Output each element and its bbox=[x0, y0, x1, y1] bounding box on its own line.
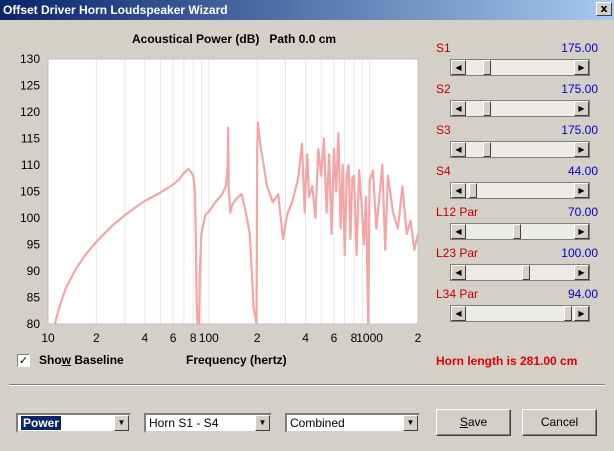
x-tick-label: 6 bbox=[331, 331, 338, 345]
slider-thumb[interactable] bbox=[483, 60, 491, 75]
cancel-button[interactable]: Cancel bbox=[522, 409, 597, 436]
slider-scrollbar[interactable]: ◀ ▶ bbox=[450, 264, 590, 281]
window-title: Offset Driver Horn Loudspeaker Wizard bbox=[3, 3, 228, 17]
slider-label: S2 bbox=[436, 82, 451, 96]
y-tick-label: 105 bbox=[20, 185, 40, 199]
slider-thumb[interactable] bbox=[564, 306, 572, 321]
horn-section-combo[interactable]: Horn S1 - S4 ▼ bbox=[144, 413, 272, 433]
output-mode-value: Combined bbox=[290, 416, 345, 430]
plot-type-value: Power bbox=[21, 416, 62, 430]
save-label: ave bbox=[467, 415, 488, 429]
slider-value: 175.00 bbox=[561, 82, 598, 96]
right-arrow-icon[interactable]: ▶ bbox=[574, 183, 589, 198]
slider-value: 94.00 bbox=[567, 287, 598, 301]
slider-value: 70.00 bbox=[567, 205, 598, 219]
chart-title: Acoustical Power (dB) Path 0.0 cm bbox=[132, 32, 337, 46]
slider-scrollbar[interactable]: ◀ ▶ bbox=[450, 59, 590, 76]
y-tick-label: 110 bbox=[21, 158, 40, 172]
save-accel: S bbox=[459, 415, 468, 429]
right-arrow-icon[interactable]: ▶ bbox=[574, 101, 589, 116]
close-button[interactable]: x bbox=[596, 2, 612, 16]
right-arrow-icon[interactable]: ▶ bbox=[574, 142, 589, 157]
window-title-bar: Offset Driver Horn Loudspeaker Wizard x bbox=[0, 0, 614, 20]
y-tick-label: 115 bbox=[21, 132, 40, 146]
left-arrow-icon[interactable]: ◀ bbox=[451, 306, 466, 321]
slider-thumb[interactable] bbox=[483, 142, 491, 157]
left-arrow-icon[interactable]: ◀ bbox=[451, 183, 466, 198]
show-baseline-label[interactable]: Show Baseline bbox=[39, 353, 124, 367]
x-tick-label: 1000 bbox=[356, 331, 383, 345]
chevron-down-icon[interactable]: ▼ bbox=[403, 415, 418, 431]
slider-value: 100.00 bbox=[561, 246, 598, 260]
left-arrow-icon[interactable]: ◀ bbox=[451, 142, 466, 157]
save-button[interactable]: Save bbox=[436, 409, 511, 436]
slider-label: S3 bbox=[436, 123, 451, 137]
slider-thumb[interactable] bbox=[522, 265, 530, 280]
slider-value: 44.00 bbox=[567, 164, 598, 178]
slider-scrollbar[interactable]: ◀ ▶ bbox=[450, 141, 590, 158]
chevron-down-icon[interactable]: ▼ bbox=[114, 415, 129, 431]
slider-scrollbar[interactable]: ◀ ▶ bbox=[450, 100, 590, 117]
slider-label: L12 Par bbox=[436, 205, 479, 219]
right-arrow-icon[interactable]: ▶ bbox=[574, 60, 589, 75]
x-tick-label: 2 bbox=[254, 331, 261, 345]
right-arrow-icon[interactable]: ▶ bbox=[574, 306, 589, 321]
horn-section-value: Horn S1 - S4 bbox=[149, 416, 219, 430]
left-arrow-icon[interactable]: ◀ bbox=[451, 224, 466, 239]
show-baseline-label-part1: Sho bbox=[39, 353, 62, 367]
y-tick-label: 120 bbox=[20, 105, 40, 119]
slider-thumb[interactable] bbox=[483, 101, 491, 116]
y-tick-label: 125 bbox=[20, 79, 40, 93]
slider-label: L23 Par bbox=[436, 246, 479, 260]
show-baseline-checkbox[interactable]: ✓ bbox=[17, 354, 30, 367]
slider-label: S4 bbox=[436, 164, 451, 178]
show-baseline-label-part2: Baseline bbox=[71, 353, 124, 367]
x-tick-label: 10 bbox=[41, 331, 55, 345]
slider-label: S1 bbox=[436, 41, 451, 55]
plot-type-combo[interactable]: Power ▼ bbox=[16, 413, 131, 433]
right-arrow-icon[interactable]: ▶ bbox=[574, 265, 589, 280]
y-tick-label: 95 bbox=[27, 238, 41, 252]
y-tick-label: 100 bbox=[20, 211, 40, 225]
slider-value: 175.00 bbox=[561, 41, 598, 55]
left-arrow-icon[interactable]: ◀ bbox=[451, 101, 466, 116]
x-tick-label: 8 bbox=[190, 331, 197, 345]
show-baseline-label-accel: w bbox=[61, 353, 72, 367]
output-mode-combo[interactable]: Combined ▼ bbox=[285, 413, 420, 433]
x-tick-label: 6 bbox=[170, 331, 177, 345]
horn-length-readout: Horn length is 281.00 cm bbox=[436, 354, 578, 368]
left-arrow-icon[interactable]: ◀ bbox=[451, 60, 466, 75]
x-tick-label: 4 bbox=[302, 331, 309, 345]
x-axis-title: Frequency (hertz) bbox=[186, 353, 287, 367]
frequency-response-chart: 10 2 4 6 8 100 2 4 6 81000 21301251201151101051009… bbox=[20, 52, 422, 345]
x-tick-label: 100 bbox=[199, 331, 219, 345]
right-arrow-icon[interactable]: ▶ bbox=[574, 224, 589, 239]
x-tick-label: 4 bbox=[141, 331, 148, 345]
y-tick-label: 130 bbox=[20, 52, 40, 66]
slider-thumb[interactable] bbox=[513, 224, 521, 239]
slider-scrollbar[interactable]: ◀ ▶ bbox=[450, 223, 590, 240]
chevron-down-icon[interactable]: ▼ bbox=[255, 415, 270, 431]
slider-thumb[interactable] bbox=[469, 183, 477, 198]
separator bbox=[9, 384, 605, 386]
x-tick-label: 2 bbox=[93, 331, 100, 345]
slider-scrollbar[interactable]: ◀ ▶ bbox=[450, 182, 590, 199]
slider-label: L34 Par bbox=[436, 287, 479, 301]
left-arrow-icon[interactable]: ◀ bbox=[451, 265, 466, 280]
x-tick-label: 2 bbox=[415, 331, 422, 345]
y-tick-label: 80 bbox=[27, 317, 41, 331]
y-tick-label: 85 bbox=[27, 291, 41, 305]
slider-scrollbar[interactable]: ◀ ▶ bbox=[450, 305, 590, 322]
y-tick-label: 90 bbox=[27, 264, 41, 278]
slider-value: 175.00 bbox=[561, 123, 598, 137]
